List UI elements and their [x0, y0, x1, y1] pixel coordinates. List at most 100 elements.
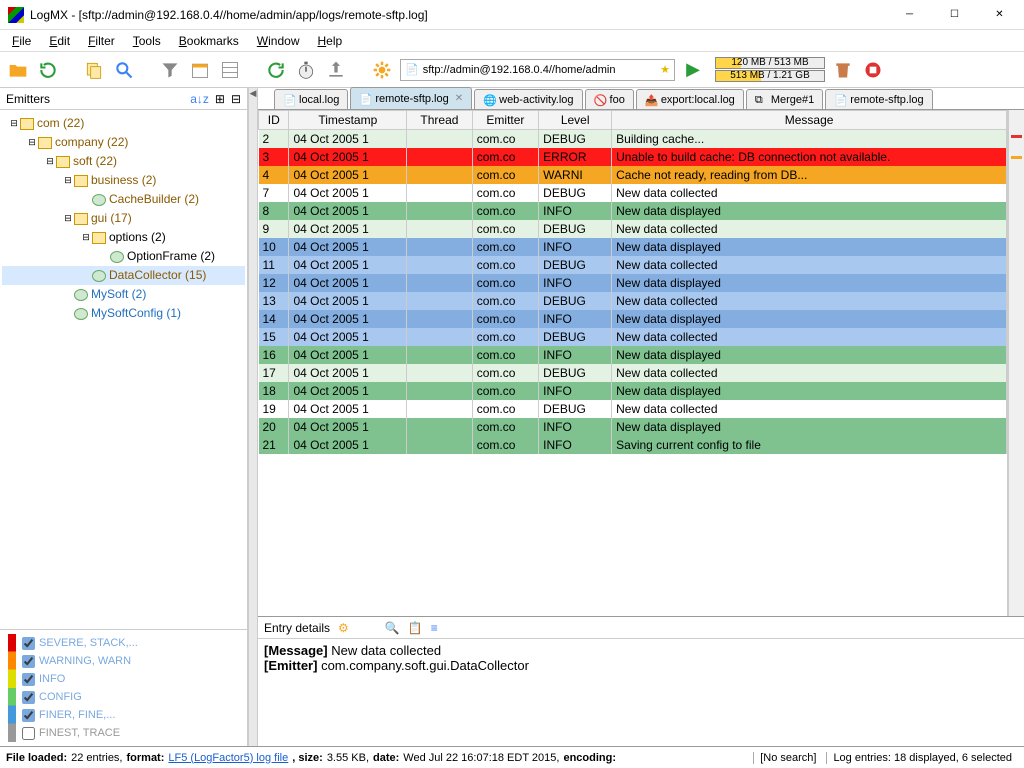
log-row[interactable]: 704 Oct 2005 1com.coDEBUGNew data collec… [259, 184, 1007, 202]
refresh-icon[interactable] [36, 58, 60, 82]
tab[interactable]: 📄remote-sftp.log✕ [350, 87, 472, 109]
col-level[interactable]: Level [539, 111, 612, 130]
level-label: SEVERE, STACK,... [39, 637, 138, 649]
log-row[interactable]: 1804 Oct 2005 1com.coINFONew data displa… [259, 382, 1007, 400]
minimize-button[interactable]: ─ [887, 1, 932, 29]
search-icon[interactable] [112, 58, 136, 82]
expand-tree-icon[interactable]: ⊞ [215, 92, 225, 106]
details-search-icon[interactable]: 🔍 [385, 621, 400, 635]
menu-file[interactable]: File [4, 32, 39, 50]
close-button[interactable]: ✕ [977, 1, 1022, 29]
tree-node[interactable]: ⊟soft (22) [2, 152, 245, 171]
log-row[interactable]: 904 Oct 2005 1com.coDEBUGNew data collec… [259, 220, 1007, 238]
tree-node[interactable]: OptionFrame (2) [2, 247, 245, 266]
export-icon[interactable] [324, 58, 348, 82]
log-row[interactable]: 2004 Oct 2005 1com.coINFONew data displa… [259, 418, 1007, 436]
status-format-link[interactable]: LF5 (LogFactor5) log file [168, 752, 288, 764]
open-icon[interactable] [6, 58, 30, 82]
log-row[interactable]: 1204 Oct 2005 1com.coINFONew data displa… [259, 274, 1007, 292]
tree-node[interactable]: DataCollector (15) [2, 266, 245, 285]
col-message[interactable]: Message [612, 111, 1007, 130]
menu-help[interactable]: Help [309, 32, 350, 50]
col-emitter[interactable]: Emitter [472, 111, 538, 130]
settings-icon[interactable] [370, 58, 394, 82]
log-row[interactable]: 304 Oct 2005 1com.coERRORUnable to build… [259, 148, 1007, 166]
tree-node[interactable]: MySoftConfig (1) [2, 304, 245, 323]
cell-msg: New data displayed [612, 346, 1007, 364]
grid-icon[interactable] [218, 58, 242, 82]
collapse-tree-icon[interactable]: ⊟ [231, 92, 241, 106]
tab[interactable]: 📄remote-sftp.log [825, 89, 932, 109]
log-table-wrap[interactable]: IDTimestampThreadEmitterLevelMessage 204… [258, 110, 1008, 616]
tree-node[interactable]: ⊟options (2) [2, 228, 245, 247]
copy-icon[interactable] [82, 58, 106, 82]
reload-icon[interactable] [264, 58, 288, 82]
address-bar[interactable]: 📄 sftp://admin@192.168.0.4//home/admin ★ [400, 59, 675, 81]
log-row[interactable]: 1704 Oct 2005 1com.coDEBUGNew data colle… [259, 364, 1007, 382]
sort-az-icon[interactable]: a↓z [190, 92, 209, 106]
level-checkbox[interactable] [22, 637, 35, 650]
cell-ts: 04 Oct 2005 1 [289, 184, 407, 202]
tree-node[interactable]: CacheBuilder (2) [2, 190, 245, 209]
level-checkbox[interactable] [22, 673, 35, 686]
level-filter-row[interactable]: WARNING, WARN [22, 652, 239, 670]
level-checkbox[interactable] [22, 727, 35, 740]
log-row[interactable]: 1404 Oct 2005 1com.coINFONew data displa… [259, 310, 1007, 328]
tree-node[interactable]: ⊟business (2) [2, 171, 245, 190]
log-row[interactable]: 1304 Oct 2005 1com.coDEBUGNew data colle… [259, 292, 1007, 310]
log-row[interactable]: 2104 Oct 2005 1com.coINFOSaving current … [259, 436, 1007, 454]
col-thread[interactable]: Thread [407, 111, 473, 130]
level-filter-row[interactable]: INFO [22, 670, 239, 688]
tree-node[interactable]: ⊟com (22) [2, 114, 245, 133]
log-row[interactable]: 1904 Oct 2005 1com.coDEBUGNew data colle… [259, 400, 1007, 418]
details-settings-icon[interactable]: ⚙ [338, 621, 349, 635]
tree-node[interactable]: ⊟gui (17) [2, 209, 245, 228]
col-timestamp[interactable]: Timestamp [289, 111, 407, 130]
filter-icon[interactable] [158, 58, 182, 82]
tab[interactable]: 🌐web-activity.log [474, 89, 582, 109]
tab[interactable]: 📤export:local.log [636, 89, 744, 109]
sidebar-collapse-handle[interactable]: ◀ [248, 88, 258, 746]
play-icon[interactable]: ▶ [681, 58, 705, 82]
level-filter-row[interactable]: FINEST, TRACE [22, 724, 239, 742]
tab[interactable]: 🚫foo [585, 89, 634, 109]
log-row[interactable]: 1604 Oct 2005 1com.coINFONew data displa… [259, 346, 1007, 364]
log-row[interactable]: 1004 Oct 2005 1com.coINFONew data displa… [259, 238, 1007, 256]
menu-bookmarks[interactable]: Bookmarks [171, 32, 247, 50]
log-row[interactable]: 404 Oct 2005 1com.coWARNICache not ready… [259, 166, 1007, 184]
log-row[interactable]: 1504 Oct 2005 1com.coDEBUGNew data colle… [259, 328, 1007, 346]
calendar-icon[interactable] [188, 58, 212, 82]
level-checkbox[interactable] [22, 691, 35, 704]
details-wrap-icon[interactable]: ≡ [431, 621, 438, 635]
tab-close-icon[interactable]: ✕ [455, 93, 463, 104]
level-filter-row[interactable]: CONFIG [22, 688, 239, 706]
log-row[interactable]: 204 Oct 2005 1com.coDEBUGBuilding cache.… [259, 130, 1007, 149]
stop-icon[interactable] [861, 58, 885, 82]
tab[interactable]: 📄local.log [274, 89, 348, 109]
favorite-icon[interactable]: ★ [660, 63, 670, 76]
cell-id: 17 [259, 364, 289, 382]
tree-node[interactable]: ⊟company (22) [2, 133, 245, 152]
trash-icon[interactable] [831, 58, 855, 82]
col-id[interactable]: ID [259, 111, 289, 130]
menu-edit[interactable]: Edit [41, 32, 78, 50]
stopwatch-icon[interactable] [294, 58, 318, 82]
cell-msg: Saving current config to file [612, 436, 1007, 454]
cell-ts: 04 Oct 2005 1 [289, 364, 407, 382]
tab[interactable]: ⧉Merge#1 [746, 89, 823, 109]
log-scrollbar[interactable] [1008, 110, 1024, 616]
log-row[interactable]: 1104 Oct 2005 1com.coDEBUGNew data colle… [259, 256, 1007, 274]
details-copy-icon[interactable]: 📋 [408, 621, 423, 635]
menu-tools[interactable]: Tools [125, 32, 169, 50]
level-filter-row[interactable]: FINER, FINE,... [22, 706, 239, 724]
level-checkbox[interactable] [22, 709, 35, 722]
log-row[interactable]: 804 Oct 2005 1com.coINFONew data display… [259, 202, 1007, 220]
maximize-button[interactable]: ☐ [932, 1, 977, 29]
tree-node[interactable]: MySoft (2) [2, 285, 245, 304]
menu-filter[interactable]: Filter [80, 32, 123, 50]
level-checkbox[interactable] [22, 655, 35, 668]
cell-th [407, 328, 473, 346]
cell-msg: New data collected [612, 292, 1007, 310]
menu-window[interactable]: Window [249, 32, 308, 50]
level-filter-row[interactable]: SEVERE, STACK,... [22, 634, 239, 652]
